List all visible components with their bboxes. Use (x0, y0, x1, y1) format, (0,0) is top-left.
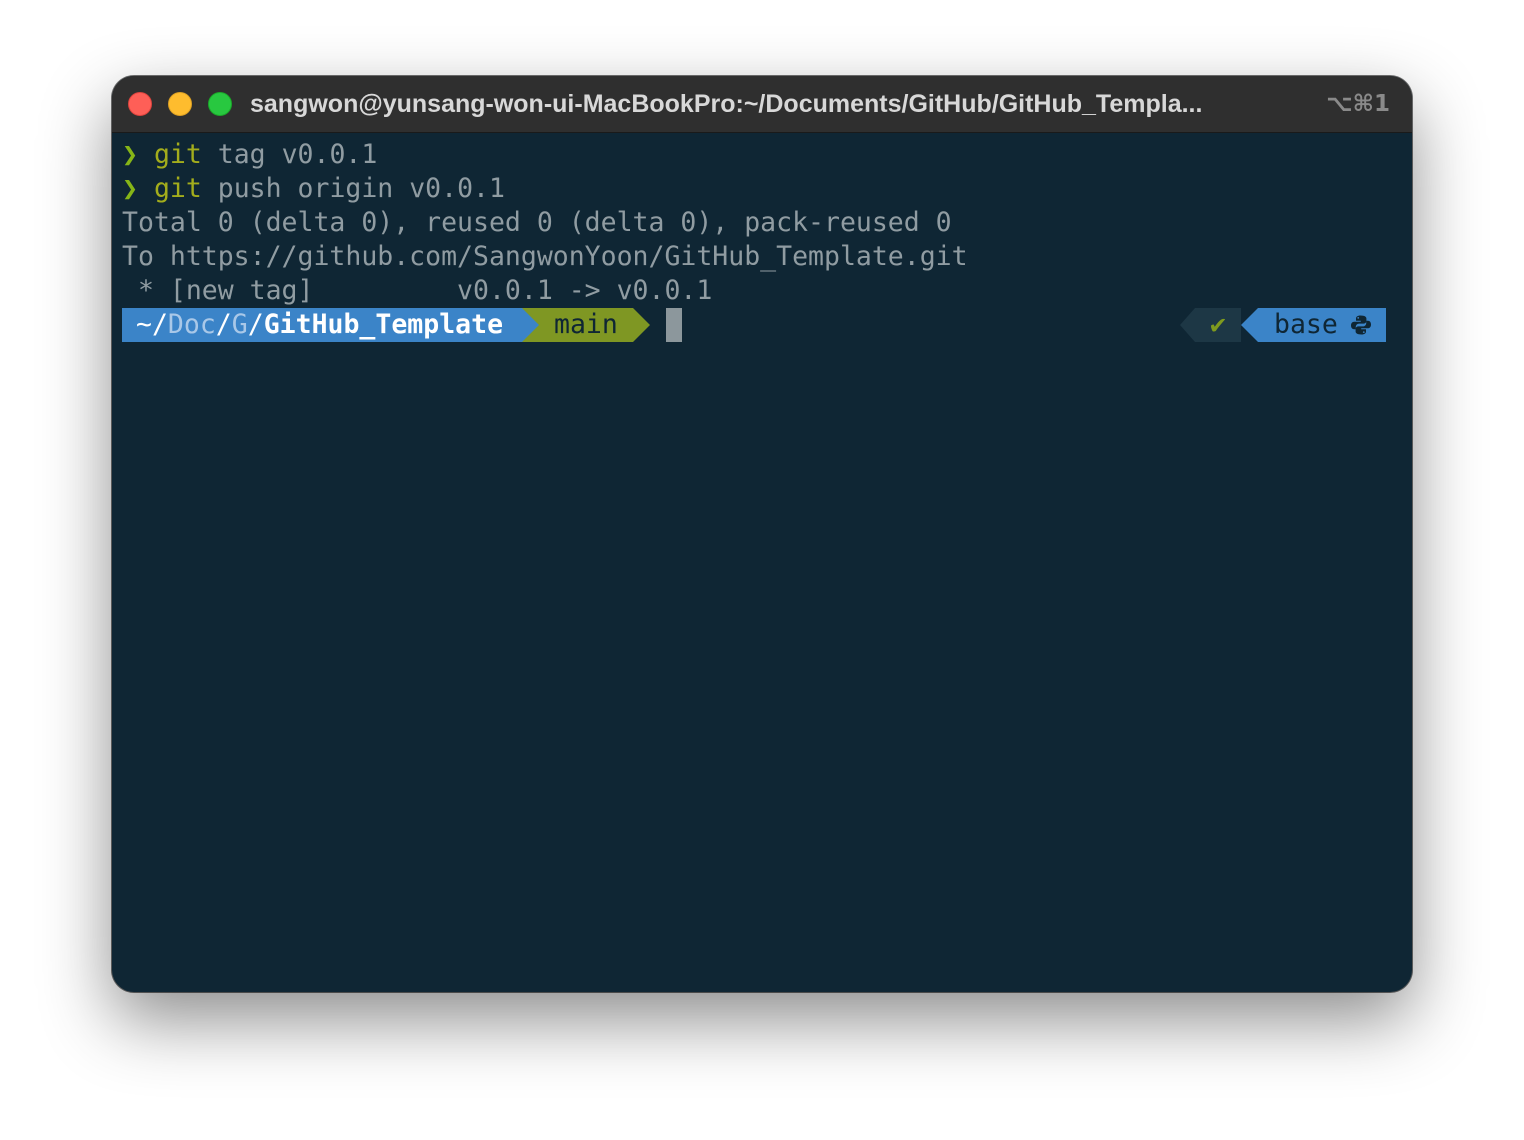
segment-arrow (1241, 308, 1258, 342)
path-segment: ~/Doc/G/GitHub_Template (122, 308, 522, 342)
command-name: git (153, 173, 202, 204)
output-line: * [new tag] v0.0.1 -> v0.0.1 (122, 275, 713, 306)
terminal-content[interactable]: ❯ git tag v0.0.1 ❯ git push origin v0.0.… (122, 138, 1386, 342)
segment-arrow (522, 308, 539, 342)
path-separator: / (247, 309, 264, 340)
text-cursor[interactable] (666, 308, 682, 342)
conda-env-segment: base (1258, 308, 1386, 342)
history-line: ❯ git push origin v0.0.1 (122, 172, 1386, 206)
prompt-symbol: ❯ (122, 173, 138, 204)
window-title: sangwon@yunsang-won-ui-MacBookPro:~/Docu… (250, 90, 1203, 118)
title-bar[interactable]: sangwon@yunsang-won-ui-MacBookPro:~/Docu… (112, 76, 1412, 133)
minimize-button[interactable] (168, 92, 192, 116)
output-line: Total 0 (delta 0), reused 0 (delta 0), p… (122, 207, 952, 238)
prompt-symbol: ❯ (122, 139, 138, 170)
segment-arrow (633, 308, 650, 342)
status-ok-icon: ✔ (1195, 308, 1241, 342)
path-part: G (231, 309, 248, 340)
close-button[interactable] (128, 92, 152, 116)
output-line: To https://github.com/SangwonYoon/GitHub… (122, 241, 968, 272)
tab-shortcut: ⌥⌘1 (1326, 91, 1390, 117)
env-name: base (1274, 309, 1338, 340)
path-part: Doc (167, 309, 216, 340)
path-home: ~/ (136, 309, 168, 340)
history-line: ❯ git tag v0.0.1 (122, 138, 1386, 172)
command-args: tag v0.0.1 (201, 139, 378, 170)
path-separator: / (215, 309, 232, 340)
segment-arrow (1180, 308, 1195, 342)
command-name: git (153, 139, 202, 170)
terminal-window: sangwon@yunsang-won-ui-MacBookPro:~/Docu… (112, 76, 1412, 992)
path-current-dir: GitHub_Template (263, 309, 504, 340)
prompt-line[interactable]: ~/Doc/G/GitHub_Template main ✔ base (122, 308, 1386, 342)
maximize-button[interactable] (208, 92, 232, 116)
command-args: push origin v0.0.1 (201, 173, 505, 204)
python-icon (1350, 311, 1372, 335)
